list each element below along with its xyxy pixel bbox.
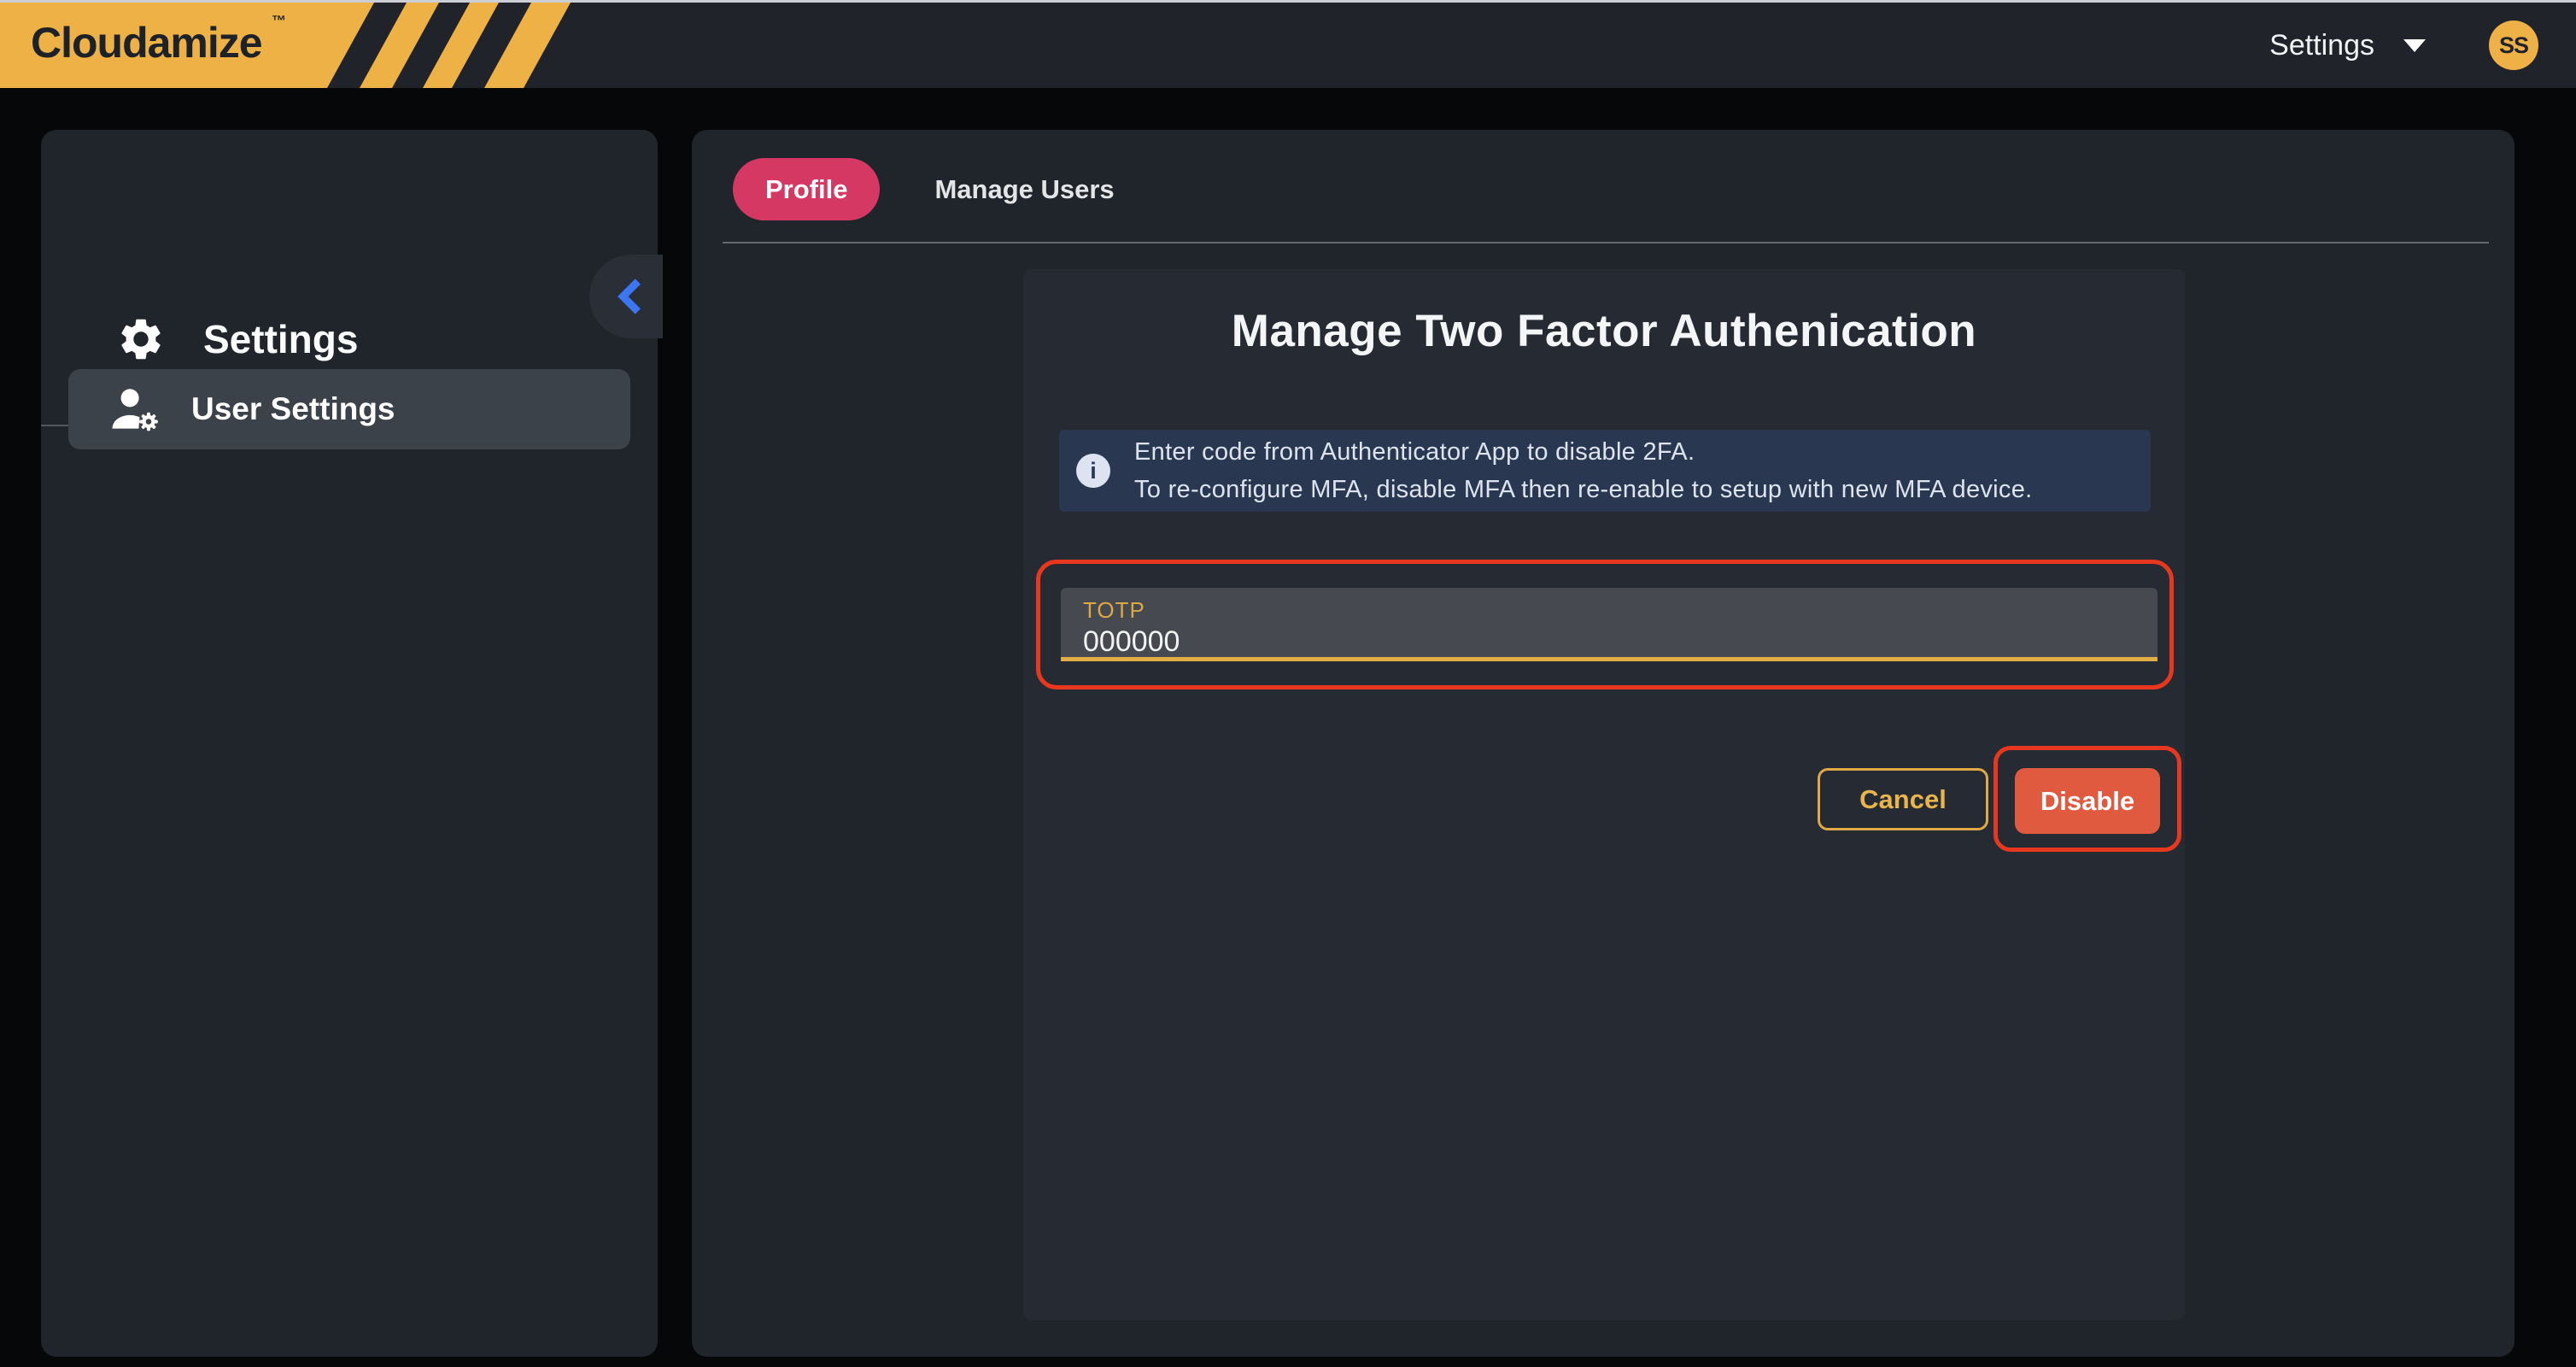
sidebar-header: Settings: [116, 314, 358, 364]
gear-icon: [116, 314, 166, 364]
tab-manage-users[interactable]: Manage Users: [934, 174, 1114, 205]
totp-field[interactable]: TOTP: [1061, 588, 2157, 661]
page-title: Manage Two Factor Authenication: [1023, 305, 2185, 357]
totp-field-highlight: TOTP: [1036, 560, 2174, 689]
user-gear-icon: [109, 384, 164, 434]
tab-bar: Profile Manage Users: [733, 158, 1115, 220]
tab-profile[interactable]: Profile: [733, 158, 880, 220]
disable-button[interactable]: Disable: [2015, 768, 2160, 834]
top-bar: Cloudamize ™ Settings SS: [0, 3, 2576, 88]
topbar-settings-menu[interactable]: Settings: [2269, 29, 2374, 62]
settings-sidebar: Settings User Settings: [41, 130, 658, 1357]
chevron-down-icon[interactable]: [2403, 39, 2426, 52]
logo-trademark: ™: [272, 13, 286, 30]
tabs-divider: [723, 242, 2489, 243]
info-text: Enter code from Authenticator App to dis…: [1134, 433, 2033, 508]
disable-button-highlight: Disable: [1993, 746, 2181, 852]
totp-field-label: TOTP: [1083, 597, 2157, 624]
sidebar-title: Settings: [203, 316, 358, 362]
info-line-1: Enter code from Authenticator App to dis…: [1134, 433, 2033, 471]
info-icon: i: [1076, 454, 1110, 488]
sidebar-collapse-button[interactable]: [589, 255, 663, 338]
two-factor-card: Manage Two Factor Authenication i Enter …: [1023, 269, 2185, 1320]
window-top-edge: [0, 0, 2576, 3]
cloudamize-logo[interactable]: Cloudamize ™: [0, 3, 572, 88]
totp-input[interactable]: [1083, 625, 2023, 659]
logo-wordmark: Cloudamize: [31, 18, 262, 67]
sidebar-item-user-settings[interactable]: User Settings: [68, 369, 630, 449]
avatar[interactable]: SS: [2489, 21, 2538, 70]
chevron-left-icon: [610, 275, 649, 318]
sidebar-item-label: User Settings: [191, 391, 395, 427]
info-banner: i Enter code from Authenticator App to d…: [1059, 430, 2151, 512]
info-line-2: To re-configure MFA, disable MFA then re…: [1134, 471, 2033, 508]
cancel-button[interactable]: Cancel: [1818, 768, 1988, 830]
main-panel: Profile Manage Users Manage Two Factor A…: [692, 130, 2515, 1357]
topbar-right-group: Settings SS: [2269, 3, 2538, 88]
